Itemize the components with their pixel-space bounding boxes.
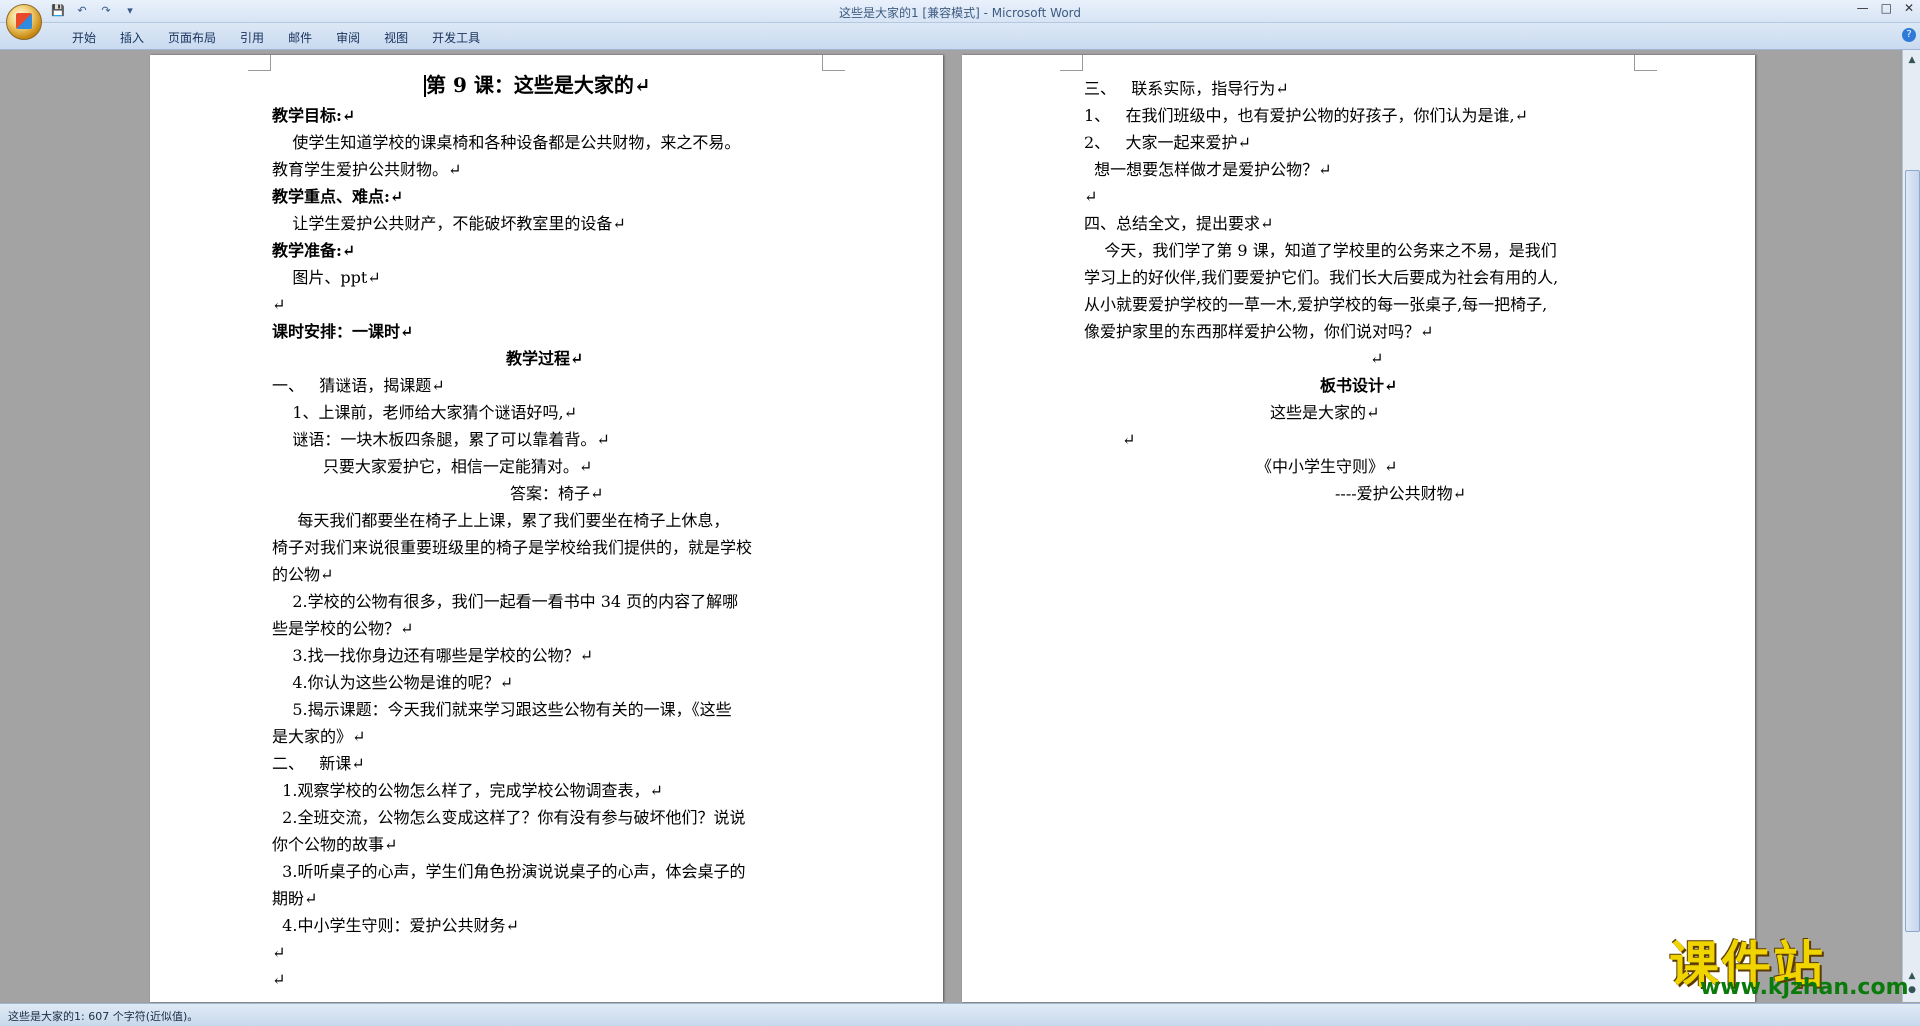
document-page-right[interactable]: 三、 联系实际，指导行为↵ 1、 在我们班级中，也有爱护公物的好孩子，你们认为是…: [962, 55, 1755, 1002]
tab-references[interactable]: 引用: [228, 29, 276, 46]
doc-line: 教学目标:↵: [272, 106, 356, 125]
doc-line: ↵: [272, 295, 286, 314]
doc-line: 课时安排：一课时↵: [272, 322, 414, 341]
doc-line: 4.你认为这些公物是谁的呢？↵: [272, 673, 514, 692]
doc-line: 只要大家爱护它，相信一定能猜对。↵: [272, 457, 593, 476]
doc-line: 些是学校的公物？↵: [272, 619, 414, 638]
doc-line: 谜语：一块木板四条腿，累了可以靠着背。↵: [272, 430, 610, 449]
doc-line: 使学生知道学校的课桌椅和各种设备都是公共财物，来之不易。: [272, 133, 741, 152]
doc-line: 5.揭示课题：今天我们就来学习跟这些公物有关的一课，《这些: [272, 700, 732, 719]
corner-mark: [1634, 55, 1657, 71]
doc-line: ↵: [1084, 187, 1098, 206]
doc-line: 四、总结全文，提出要求↵: [1084, 214, 1274, 233]
doc-line: 一、 猜谜语，揭课题↵: [272, 376, 445, 395]
vertical-scrollbar[interactable]: ▲ ▲ ●: [1902, 50, 1920, 1002]
doc-line: ↵: [1370, 349, 1384, 368]
doc-line: 三、 联系实际，指导行为↵: [1084, 79, 1289, 98]
doc-line: 这些是大家的↵: [1270, 403, 1380, 422]
doc-line: 2.学校的公物有很多，我们一起看一看书中 34 页的内容了解哪: [272, 592, 739, 611]
office-logo-icon: [16, 13, 32, 29]
doc-line: 今天，我们学了第 9 课，知道了学校里的公务来之不易，是我们: [1084, 241, 1557, 260]
minimize-button[interactable]: —: [1857, 1, 1869, 15]
doc-line: ↵: [272, 943, 286, 962]
tab-page-layout[interactable]: 页面布局: [156, 29, 228, 46]
doc-line: 1、上课前，老师给大家猜个谜语好吗,↵: [272, 403, 578, 422]
doc-line: 想一想要怎样做才是爱护公物？↵: [1084, 160, 1332, 179]
scroll-thumb[interactable]: [1905, 170, 1920, 932]
status-bar: 这些是大家的1: 607 个字符(近似值)。: [0, 1003, 1920, 1026]
maximize-button[interactable]: □: [1881, 1, 1892, 15]
doc-line: 答案：椅子↵: [510, 484, 604, 503]
corner-mark: [822, 55, 845, 71]
watermark-url: www.kjzhan.com: [1700, 975, 1909, 1000]
tab-mailings[interactable]: 邮件: [276, 29, 324, 46]
tab-insert[interactable]: 插入: [108, 29, 156, 46]
tab-developer[interactable]: 开发工具: [420, 29, 492, 46]
word-count-status[interactable]: 这些是大家的1: 607 个字符(近似值)。: [8, 1008, 198, 1024]
scroll-up-icon[interactable]: ▲: [1906, 54, 1918, 66]
doc-line: ↵: [272, 970, 286, 989]
doc-line: 4.中小学生守则：爱护公共财务↵: [272, 916, 519, 935]
document-page-left[interactable]: 第 9 课：这些是大家的↵ 教学目标:↵ 使学生知道学校的课桌椅和各种设备都是公…: [150, 55, 943, 1002]
doc-line: 1.观察学校的公物怎么样了，完成学校公物调查表，↵: [272, 781, 663, 800]
doc-line: 从小就要爱护学校的一草一木,爱护学校的每一张桌子,每一把椅子,: [1084, 295, 1548, 314]
doc-line: 第 9 课：这些是大家的↵: [426, 73, 651, 97]
doc-line: 每天我们都要坐在椅子上上课，累了我们要坐在椅子上休息，: [272, 511, 730, 530]
doc-line: 教学过程↵: [506, 349, 584, 368]
doc-line: ----爱护公共财物↵: [1335, 484, 1467, 503]
window-controls: — □ ✕: [1857, 1, 1914, 15]
doc-line: 3.听听桌子的心声，学生们角色扮演说说桌子的心声，体会桌子的: [272, 862, 746, 881]
corner-mark: [248, 55, 271, 71]
corner-mark: [1060, 55, 1083, 71]
close-button[interactable]: ✕: [1904, 1, 1914, 15]
doc-line: 板书设计↵: [1320, 376, 1398, 395]
window-title: 这些是大家的1 [兼容模式] - Microsoft Word: [838, 6, 1082, 20]
doc-line: 2.全班交流，公物怎么变成这样了？你有没有参与破坏他们？说说: [272, 808, 746, 827]
doc-line: 是大家的》↵: [272, 727, 366, 746]
tab-view[interactable]: 视图: [372, 29, 420, 46]
doc-line: 像爱护家里的东西那样爱护公物，你们说对吗？↵: [1084, 322, 1434, 341]
doc-line: 期盼↵: [272, 889, 318, 908]
doc-line: 1、 在我们班级中，也有爱护公物的好孩子，你们认为是谁,↵: [1084, 106, 1528, 125]
doc-line: 的公物↵: [272, 565, 334, 584]
doc-line: 2、 大家一起来爱护↵: [1084, 133, 1251, 152]
doc-line: 教学重点、难点:↵: [272, 187, 404, 206]
title-bar: 💾 ↶ ↷ ▾ 这些是大家的1 [兼容模式] - Microsoft Word …: [0, 0, 1920, 23]
doc-line: 教育学生爱护公共财物。↵: [272, 160, 462, 179]
tab-home[interactable]: 开始: [60, 29, 108, 46]
kjzhan-watermark-logo: 课件站 www.kjzhan.com: [1665, 923, 1909, 1003]
doc-line: 椅子对我们来说很重要班级里的椅子是学校给我们提供的，就是学校: [272, 538, 753, 557]
tab-review[interactable]: 审阅: [324, 29, 372, 46]
doc-line: 《中小学生守则》↵: [1256, 457, 1398, 476]
ribbon-tabs: 开始 插入 页面布局 引用 邮件 审阅 视图 开发工具 ?: [0, 23, 1920, 50]
doc-line: 教学准备:↵: [272, 241, 356, 260]
doc-line: 让学生爱护公共财产，不能破坏教室里的设备↵: [272, 214, 626, 233]
help-icon[interactable]: ?: [1902, 28, 1916, 42]
office-button[interactable]: [6, 4, 42, 40]
doc-line: 3.找一找你身边还有哪些是学校的公物？↵: [272, 646, 594, 665]
doc-line: 图片、ppt↵: [272, 268, 381, 287]
doc-line: 你个公物的故事↵: [272, 835, 398, 854]
doc-line: ↵: [1122, 430, 1136, 449]
doc-line: 二、 新课↵: [272, 754, 365, 773]
doc-line: 学习上的好伙伴,我们要爱护它们。我们长大后要成为社会有用的人,: [1084, 268, 1559, 287]
